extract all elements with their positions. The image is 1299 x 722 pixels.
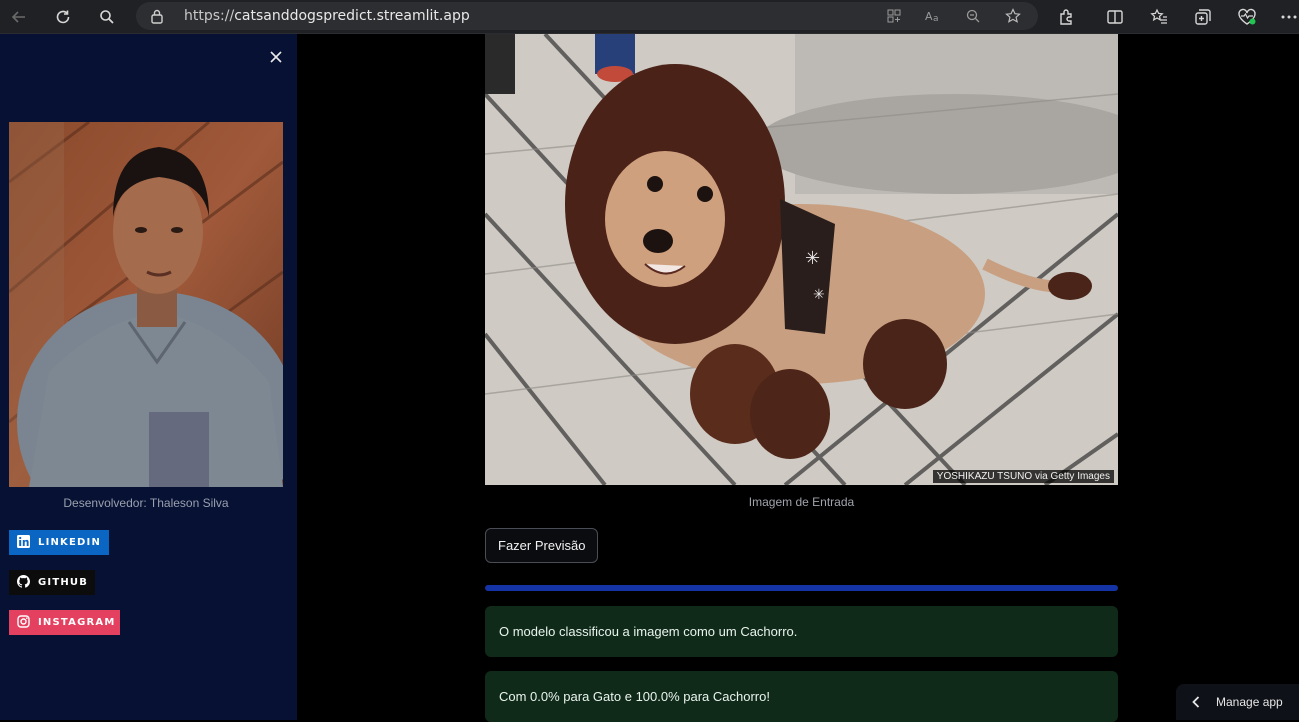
lock-icon[interactable] (150, 8, 164, 29)
github-label: GITHUB (38, 577, 89, 588)
success-alert-probabilities: Com 0.0% para Gato e 100.0% para Cachorr… (485, 671, 1118, 722)
linkedin-label: LINKEDIN (38, 537, 102, 548)
manage-app-label: Manage app (1216, 695, 1283, 709)
close-sidebar-icon[interactable] (266, 47, 286, 67)
back-icon[interactable] (6, 4, 32, 30)
svg-text:a: a (933, 14, 939, 23)
sidebar: Desenvolvedor: Thaleson Silva LINKEDIN G… (0, 34, 297, 720)
refresh-icon[interactable] (50, 4, 76, 30)
search-icon[interactable] (94, 4, 120, 30)
progress-fill (485, 585, 1118, 591)
browser-essentials-icon[interactable] (1234, 4, 1260, 30)
progress-bar (485, 585, 1118, 591)
probability-message: Com 0.0% para Gato e 100.0% para Cachorr… (499, 689, 770, 704)
favorites-icon[interactable] (1146, 4, 1172, 30)
main-content: ✳ ✳ YOSHIKAZU TSUNO via Getty Images Ima… (297, 34, 1299, 722)
github-badge[interactable]: GITHUB (9, 570, 95, 595)
svg-text:A: A (925, 10, 933, 23)
read-aloud-icon[interactable]: Aa (922, 6, 944, 26)
linkedin-icon (17, 534, 30, 551)
developer-caption: Desenvolvedor: Thaleson Silva (63, 496, 229, 510)
svg-text:✳: ✳ (813, 287, 825, 303)
url-scheme: https:// (184, 8, 235, 24)
svg-text:✳: ✳ (805, 248, 820, 269)
predict-button[interactable]: Fazer Previsão (485, 528, 599, 563)
chevron-left-icon (1176, 696, 1216, 708)
extensions-icon[interactable] (1053, 4, 1079, 30)
grid-icon[interactable] (883, 6, 905, 26)
address-bar[interactable]: https://catsanddogspredict.streamlit.app… (136, 2, 1038, 30)
linkedin-badge[interactable]: LINKEDIN (9, 530, 109, 555)
zoom-out-icon[interactable] (962, 6, 984, 26)
url-text[interactable]: https://catsanddogspredict.streamlit.app (184, 8, 470, 24)
github-icon (17, 574, 30, 591)
collections-icon[interactable] (1190, 4, 1216, 30)
split-screen-icon[interactable] (1102, 4, 1128, 30)
instagram-badge[interactable]: INSTAGRAM (9, 610, 120, 635)
manage-app-button[interactable]: Manage app (1176, 684, 1299, 720)
url-host: catsanddogspredict.streamlit.app (234, 8, 470, 24)
instagram-label: INSTAGRAM (38, 617, 116, 628)
result-message: O modelo classificou a imagem como um Ca… (499, 624, 798, 639)
image-credit: YOSHIKAZU TSUNO via Getty Images (932, 470, 1114, 483)
instagram-icon (17, 614, 30, 631)
image-caption: Imagem de Entrada (748, 495, 855, 509)
success-alert-result: O modelo classificou a imagem como um Ca… (485, 606, 1118, 657)
browser-toolbar: https://catsanddogspredict.streamlit.app… (0, 0, 1299, 34)
more-menu-icon[interactable] (1276, 4, 1299, 30)
input-image: ✳ ✳ YOSHIKAZU TSUNO via Getty Images (485, 34, 1118, 485)
developer-photo (9, 122, 283, 487)
favorite-star-icon[interactable] (1002, 6, 1024, 26)
